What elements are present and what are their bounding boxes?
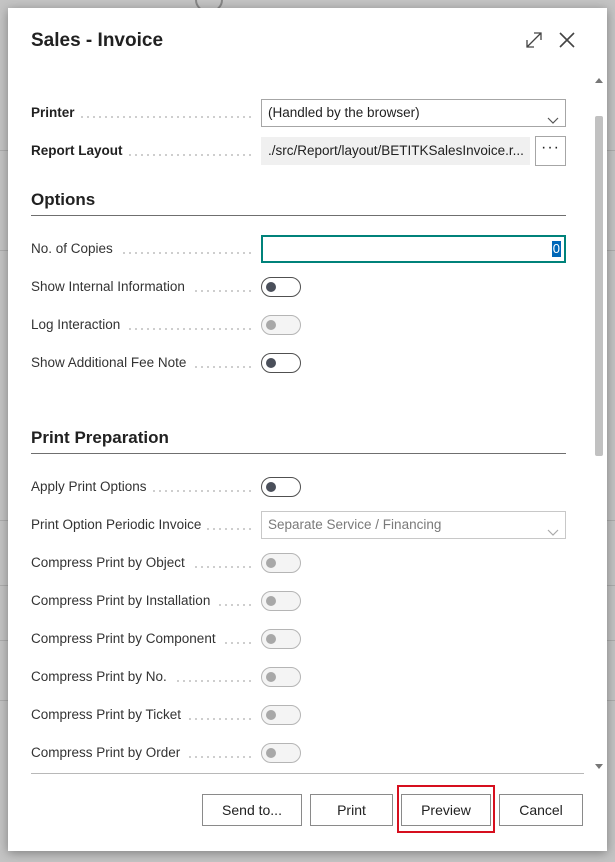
apply-print-options-row: Apply Print Options [31,472,566,502]
compress-no-label: Compress Print by No. [31,662,173,692]
print-button[interactable]: Print [310,794,393,826]
send-to-button[interactable]: Send to... [202,794,302,826]
content-scrollbar[interactable] [591,76,607,772]
toggle-knob [266,320,276,330]
compress-installation-toggle[interactable] [261,591,301,611]
copies-row: No. of Copies 0 [31,234,566,264]
toggle-knob [266,596,276,606]
compress-order-label: Compress Print by Order [31,738,187,768]
report-layout-field[interactable]: ./src/Report/layout/BETITKSalesInvoice.r… [261,137,530,165]
preview-highlight-box [397,785,495,833]
report-layout-lookup-button[interactable]: ··· [535,136,566,166]
chevron-down-icon [547,520,559,536]
compress-object-row: Compress Print by Object [31,548,566,578]
copies-value: 0 [551,241,561,257]
chevron-down-icon [547,108,559,124]
report-layout-label: Report Layout [31,136,129,166]
toggle-knob [266,358,276,368]
toggle-knob [266,710,276,720]
periodic-invoice-select[interactable]: Separate Service / Financing [261,511,566,539]
compress-object-label: Compress Print by Object [31,548,191,578]
toggle-knob [266,634,276,644]
compress-no-row: Compress Print by No. [31,662,566,692]
printer-label: Printer [31,98,81,128]
report-layout-row: Report Layout ./src/Report/layout/BETITK… [31,136,566,166]
scroll-up-icon[interactable] [595,78,603,83]
compress-ticket-toggle[interactable] [261,705,301,725]
show-fee-note-toggle[interactable] [261,353,301,373]
log-interaction-row: Log Interaction [31,310,566,340]
show-internal-toggle[interactable] [261,277,301,297]
periodic-invoice-value: Separate Service / Financing [268,517,442,532]
compress-component-label: Compress Print by Component [31,624,222,654]
toggle-knob [266,558,276,568]
show-fee-note-row: Show Additional Fee Note [31,348,566,378]
log-interaction-label: Log Interaction [31,310,127,340]
show-fee-note-label: Show Additional Fee Note [31,348,193,378]
expand-icon[interactable] [524,30,544,50]
report-layout-value: ./src/Report/layout/BETITKSalesInvoice.r… [268,143,524,158]
close-icon[interactable] [557,30,577,50]
apply-print-options-toggle[interactable] [261,477,301,497]
toggle-knob [266,282,276,292]
toggle-knob [266,748,276,758]
compress-object-toggle[interactable] [261,553,301,573]
compress-component-row: Compress Print by Component [31,624,566,654]
periodic-invoice-row: Print Option Periodic Invoice Separate S… [31,510,566,540]
printer-row: Printer (Handled by the browser) [31,98,566,128]
sales-invoice-dialog: Sales - Invoice Printer (Handled by the … [8,8,607,851]
apply-print-options-label: Apply Print Options [31,472,153,502]
compress-order-row: Compress Print by Order [31,738,566,768]
show-internal-row: Show Internal Information [31,272,566,302]
periodic-invoice-label: Print Option Periodic Invoice [31,510,208,540]
options-heading: Options [31,190,566,216]
compress-ticket-row: Compress Print by Ticket [31,700,566,730]
compress-order-toggle[interactable] [261,743,301,763]
dialog-content: Printer (Handled by the browser) Report … [31,90,566,780]
compress-component-toggle[interactable] [261,629,301,649]
toggle-knob [266,672,276,682]
dialog-title: Sales - Invoice [31,30,164,51]
toggle-knob [266,482,276,492]
printer-value: (Handled by the browser) [268,105,420,120]
scroll-down-icon[interactable] [595,764,603,769]
compress-ticket-label: Compress Print by Ticket [31,700,188,730]
printer-select[interactable]: (Handled by the browser) [261,99,566,127]
footer-divider [31,773,584,774]
print-preparation-heading: Print Preparation [31,428,566,454]
copies-label: No. of Copies [31,234,119,264]
compress-installation-row: Compress Print by Installation [31,586,566,616]
copies-input[interactable]: 0 [261,235,566,263]
compress-no-toggle[interactable] [261,667,301,687]
compress-installation-label: Compress Print by Installation [31,586,217,616]
cancel-button[interactable]: Cancel [499,794,583,826]
scroll-thumb[interactable] [595,116,603,456]
log-interaction-toggle[interactable] [261,315,301,335]
show-internal-label: Show Internal Information [31,272,191,302]
